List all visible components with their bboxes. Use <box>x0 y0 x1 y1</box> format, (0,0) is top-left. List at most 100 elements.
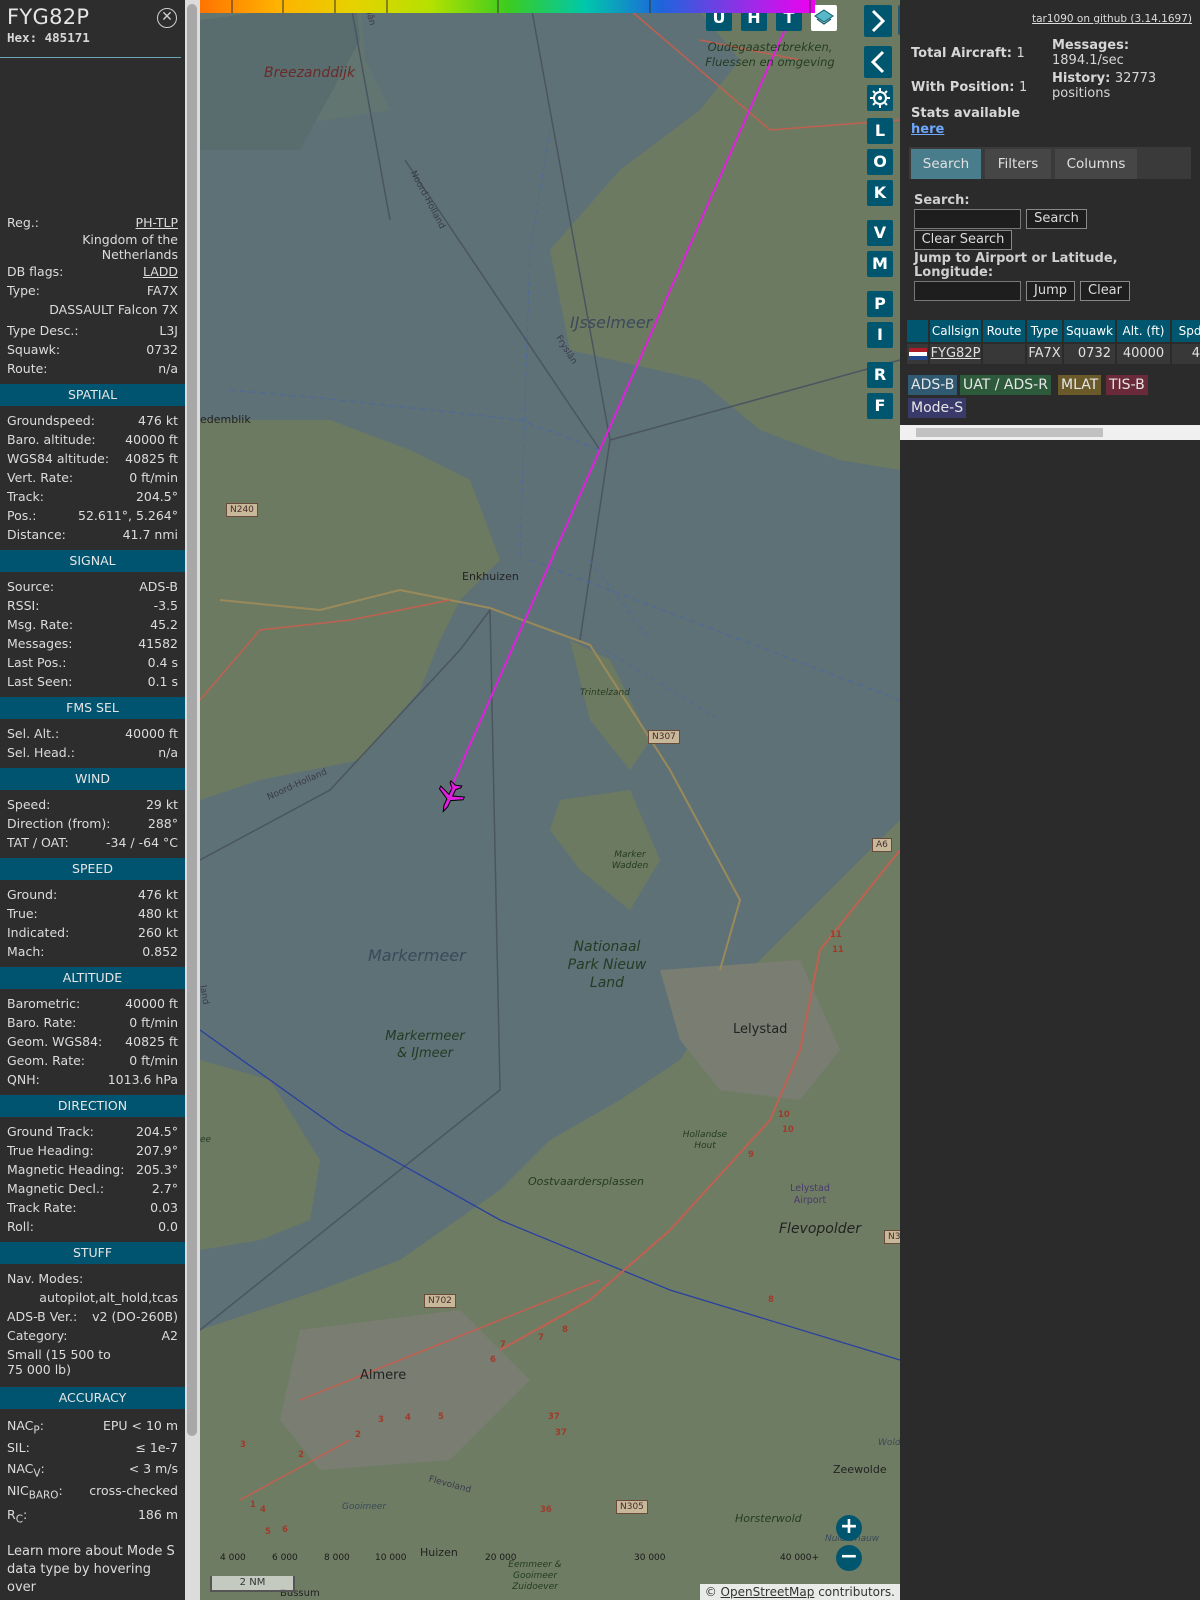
zoom-out-button[interactable]: − <box>836 1545 862 1571</box>
chevron-left-icon[interactable] <box>864 46 892 78</box>
label-national-park: Nationaal Park Nieuw Land <box>567 939 647 991</box>
reg-link[interactable]: PH-TLP <box>136 213 178 232</box>
toggle-o-button[interactable]: O <box>867 149 893 175</box>
toggle-l-button[interactable]: L <box>867 118 893 144</box>
row-label: Magnetic Heading: <box>7 1162 125 1177</box>
close-icon[interactable]: ✕ <box>157 8 177 28</box>
exit-number: 2 <box>355 1430 361 1440</box>
road-shield-n240: N240 <box>226 503 258 517</box>
callsign-title: FYG82P <box>7 5 90 29</box>
row-value: 40000 ft <box>125 432 178 447</box>
search-input[interactable] <box>914 209 1021 229</box>
exit-number: 5 <box>265 1527 271 1537</box>
table-header-callsign[interactable]: Callsign <box>930 320 981 342</box>
row-callsign[interactable]: FYG82P <box>930 344 981 364</box>
tab-columns[interactable]: Columns <box>1055 149 1137 179</box>
row-label: Track: <box>7 489 44 504</box>
exit-number: 4 <box>260 1505 266 1515</box>
label-ijsselmeer: IJsselmeer <box>570 313 653 332</box>
tab-search[interactable]: Search <box>911 149 981 179</box>
squawk-value: 0732 <box>146 342 178 357</box>
map-attribution: © OpenStreetMap contributors. <box>699 1584 900 1600</box>
toggle-k-button[interactable]: K <box>867 180 893 206</box>
category-label: Category: <box>7 1328 68 1343</box>
adsbver-label: ADS-B Ver.: <box>7 1309 78 1324</box>
table-header-speed[interactable]: Spd. <box>1172 320 1200 342</box>
github-link[interactable]: tar1090 on github (3.14.1697) <box>1032 13 1192 25</box>
jump-input[interactable] <box>914 281 1021 301</box>
gear-icon[interactable] <box>867 85 893 111</box>
info-row: Squawk: 0732 <box>0 340 185 359</box>
scrollbar-thumb[interactable] <box>187 4 197 1436</box>
attribution-link[interactable]: OpenStreetMap <box>721 1585 815 1599</box>
tab-filters[interactable]: Filters <box>985 149 1051 179</box>
legend-label: 30 000 <box>634 1553 666 1563</box>
stats-link[interactable]: here <box>911 122 944 137</box>
table-header-flag[interactable] <box>907 320 928 342</box>
history-value: 32773 <box>1114 71 1157 86</box>
row-value: 40825 ft <box>125 1034 178 1049</box>
chevron-right-svg <box>871 9 886 33</box>
scrollbar-thumb[interactable] <box>916 428 1103 437</box>
section-accuracy: ACCURACY <box>0 1387 185 1409</box>
exit-number: 2 <box>298 1450 304 1460</box>
row-value: 41582 <box>138 636 178 651</box>
table-horizontal-scrollbar[interactable] <box>900 425 1200 440</box>
label-gooimeer: Gooimeer <box>342 1502 387 1512</box>
clear-search-button[interactable]: Clear Search <box>914 230 1012 250</box>
table-header-type[interactable]: Type <box>1027 320 1062 342</box>
dbflags-link[interactable]: LADD <box>143 262 178 281</box>
airplane-icon[interactable] <box>431 778 468 817</box>
typedesc-value: L3J <box>159 323 178 338</box>
toggle-v-button[interactable]: V <box>867 220 893 246</box>
info-row: Category: A2 <box>0 1326 185 1345</box>
altitude-color-legend <box>200 0 815 13</box>
row-label: Direction (from): <box>7 816 111 831</box>
table-header-route[interactable]: Route <box>983 320 1025 342</box>
legend-gradient <box>200 0 815 13</box>
info-row: Type: FA7X <box>0 281 185 300</box>
info-row: Sel. Alt.: 40000 ft <box>0 724 185 743</box>
table-header-squawk[interactable]: Squawk <box>1064 320 1115 342</box>
toggle-p-button[interactable]: P <box>867 291 893 317</box>
toggle-m-button[interactable]: M <box>867 251 893 277</box>
row-speed: 4 <box>1172 344 1200 364</box>
row-value: 0 ft/min <box>129 470 178 485</box>
rc-text: R <box>7 1507 16 1522</box>
toggle-r-button[interactable]: R <box>867 362 893 388</box>
nicbaro-value: cross-checked <box>89 1483 178 1498</box>
legend-label: 6 000 <box>272 1553 298 1563</box>
table-header-altitude[interactable]: Alt. (ft) <box>1117 320 1170 342</box>
search-button[interactable]: Search <box>1026 209 1087 229</box>
navmodes-value: autopilot,alt_hold,tcas <box>39 1290 178 1305</box>
row-altitude: 40000 <box>1117 344 1170 364</box>
row-value: 480 kt <box>138 906 178 921</box>
sidebar-scrollbar[interactable] <box>185 0 200 1600</box>
row-value: 204.5° <box>135 1124 178 1139</box>
row-label: Ground Track: <box>7 1124 94 1139</box>
row-value: 205.3° <box>135 1162 178 1177</box>
exit-number: 11 <box>832 945 844 955</box>
row-value: 0.852 <box>142 944 178 959</box>
toggle-i-button[interactable]: I <box>867 322 893 348</box>
nacp-text: NAC <box>7 1418 34 1433</box>
type-value: FA7X <box>146 283 178 298</box>
section-stuff: STUFF <box>0 1242 185 1264</box>
map-view[interactable]: Breezanddijk Oudegaasterbrekken, Fluesse… <box>200 0 900 1600</box>
jump-button[interactable]: Jump <box>1026 281 1075 301</box>
toggle-f-button[interactable]: F <box>867 393 893 419</box>
row-value: 40000 ft <box>125 996 178 1011</box>
nicbaro-label: NICBARO: <box>7 1483 63 1502</box>
exit-number: 11 <box>830 930 842 940</box>
messages-stat: Messages: 1894.1/sec <box>1052 38 1129 68</box>
clear-button[interactable]: Clear <box>1080 281 1130 301</box>
row-value: 40825 ft <box>125 451 178 466</box>
zoom-in-button[interactable]: + <box>836 1515 862 1541</box>
altitude-legend-labels: 2 0004 0006 0008 00010 00020 00030 00040… <box>200 1553 820 1565</box>
info-row: Last Pos.: 0.4 s <box>0 653 185 672</box>
aircraft-table: Callsign Route Type Squawk Alt. (ft) Spd… <box>907 320 1200 366</box>
history-stat: History: 32773 positions <box>1052 71 1192 101</box>
messages-value: 1894.1/sec <box>1052 53 1124 68</box>
label-oostvaardersplassen: Oostvaardersplassen <box>528 1175 644 1188</box>
chevron-right-icon[interactable] <box>864 5 892 37</box>
